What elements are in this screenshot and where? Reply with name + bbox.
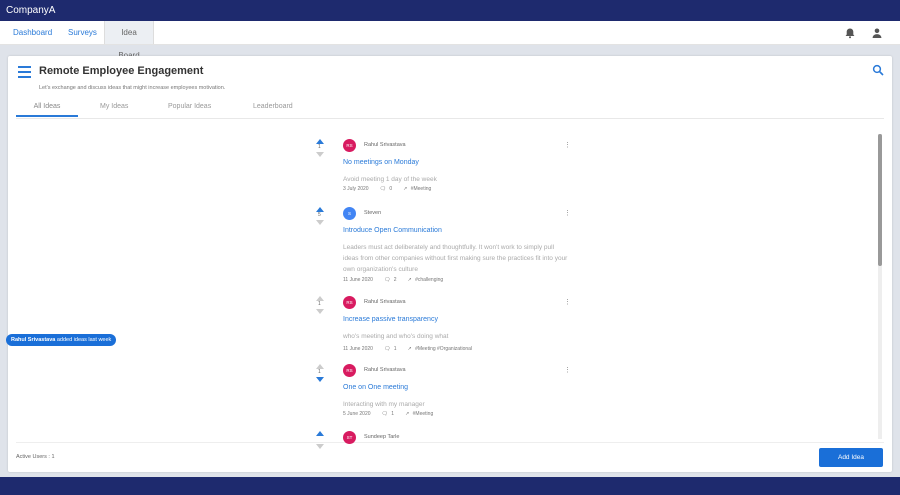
idea-description: Avoid meeting 1 day of the week [343, 176, 437, 183]
downvote-icon[interactable] [316, 220, 324, 225]
activity-toast: Rahul Srivastava added ideas last week [6, 334, 117, 346]
more-options-icon[interactable]: ⋮ [564, 366, 571, 374]
app-header: CompanyA [0, 0, 900, 21]
idea-tags[interactable]: #Meeting [413, 411, 434, 417]
tag-icon: ↗ [407, 346, 414, 352]
idea-date: 11 June 2020 [343, 277, 373, 283]
idea-author: Steven [364, 210, 382, 216]
idea-author: Rahul Srivastava [364, 299, 406, 305]
nav-bar: Dashboard Surveys Idea Board [0, 21, 900, 60]
idea-date: 5 June 2020 [343, 411, 371, 417]
user-icon[interactable] [871, 27, 883, 39]
add-idea-button[interactable]: Add Idea [819, 448, 883, 467]
active-users-count: Active Users : 1 [16, 454, 55, 460]
idea-meta: 3 July 2020 🗨 0 ↗ #Meeting [343, 186, 442, 192]
idea-date: 11 June 2020 [343, 346, 373, 352]
comment-icon[interactable]: 🗨 [380, 186, 388, 192]
idea-description: who's meeting and who's doing what [343, 333, 449, 340]
footer-divider [16, 442, 884, 443]
board-subtitle: Let's exchange and discuss ideas that mi… [39, 85, 226, 91]
toast-text: added ideas last week [55, 337, 112, 343]
tab-surveys[interactable]: Surveys [62, 21, 103, 44]
tab-leaderboard[interactable]: Leaderboard [253, 103, 293, 117]
idea-title[interactable]: Increase passive transparency [343, 316, 438, 323]
idea-author: Sundeep Tarle [364, 434, 400, 440]
comment-count: 2 [393, 277, 397, 283]
footer-bar [0, 477, 900, 495]
idea-title[interactable]: Introduce Open Communication [343, 227, 442, 234]
comment-count: 1 [393, 346, 397, 352]
vote-count: 1 [318, 301, 321, 307]
avatar: ST [343, 431, 356, 444]
downvote-icon[interactable] [316, 377, 324, 382]
comment-icon[interactable]: 🗨 [384, 277, 392, 283]
vote-count: 1 [318, 144, 321, 150]
scrollbar-thumb[interactable] [878, 134, 882, 266]
idea-description: Leaders must act deliberately and though… [343, 244, 568, 273]
vote-count: 5 [318, 212, 321, 218]
tag-icon: ↗ [405, 411, 411, 417]
tag-icon: ↗ [407, 277, 414, 283]
idea-tags[interactable]: #challenging [415, 277, 443, 283]
avatar: S [343, 207, 356, 220]
menu-icon[interactable] [18, 66, 31, 78]
downvote-icon[interactable] [316, 444, 324, 449]
idea-tags[interactable]: #Meeting #Organizational [415, 346, 472, 352]
avatar: RS [343, 364, 356, 377]
tab-popular-ideas[interactable]: Popular Ideas [168, 103, 211, 117]
more-options-icon[interactable]: ⋮ [564, 141, 571, 149]
idea-description: Interacting with my manager [343, 401, 425, 408]
comment-count: 1 [391, 411, 395, 417]
downvote-icon[interactable] [316, 309, 324, 314]
search-icon[interactable] [872, 64, 884, 76]
idea-author: Rahul Srivastava [364, 367, 406, 373]
app-name: CompanyA [6, 5, 56, 16]
idea-date: 3 July 2020 [343, 186, 369, 192]
downvote-icon[interactable] [316, 152, 324, 157]
more-options-icon[interactable]: ⋮ [564, 209, 571, 217]
avatar: RS [343, 139, 356, 152]
toast-user: Rahul Srivastava [11, 337, 56, 343]
idea-title[interactable]: No meetings on Monday [343, 159, 419, 166]
board-title: Remote Employee Engagement [39, 65, 204, 77]
tab-divider [16, 118, 884, 119]
idea-author: Rahul Srivastava [364, 142, 406, 148]
tag-icon: ↗ [403, 186, 409, 192]
idea-meta: 11 June 2020 🗨 1 ↗ #Meeting #Organizationa… [343, 346, 483, 352]
idea-tags[interactable]: #Meeting [411, 186, 432, 192]
idea-title[interactable]: One on One meeting [343, 384, 408, 391]
avatar: RS [343, 296, 356, 309]
idea-meta: 11 June 2020 🗨 2 ↗ #challenging [343, 277, 454, 283]
comment-icon[interactable]: 🗨 [382, 411, 390, 417]
tab-all-ideas[interactable]: All Ideas [16, 103, 78, 117]
tab-my-ideas[interactable]: My Ideas [100, 103, 128, 117]
upvote-icon[interactable] [316, 431, 324, 436]
idea-meta: 5 June 2020 🗨 1 ↗ #Meeting [343, 411, 444, 417]
comment-icon[interactable]: 🗨 [384, 346, 392, 352]
comment-count: 0 [389, 186, 393, 192]
vote-count: 1 [318, 369, 321, 375]
tab-idea-board[interactable]: Idea Board [104, 21, 154, 60]
bell-icon[interactable] [844, 27, 856, 39]
more-options-icon[interactable]: ⋮ [564, 298, 571, 306]
tab-dashboard[interactable]: Dashboard [7, 21, 58, 44]
